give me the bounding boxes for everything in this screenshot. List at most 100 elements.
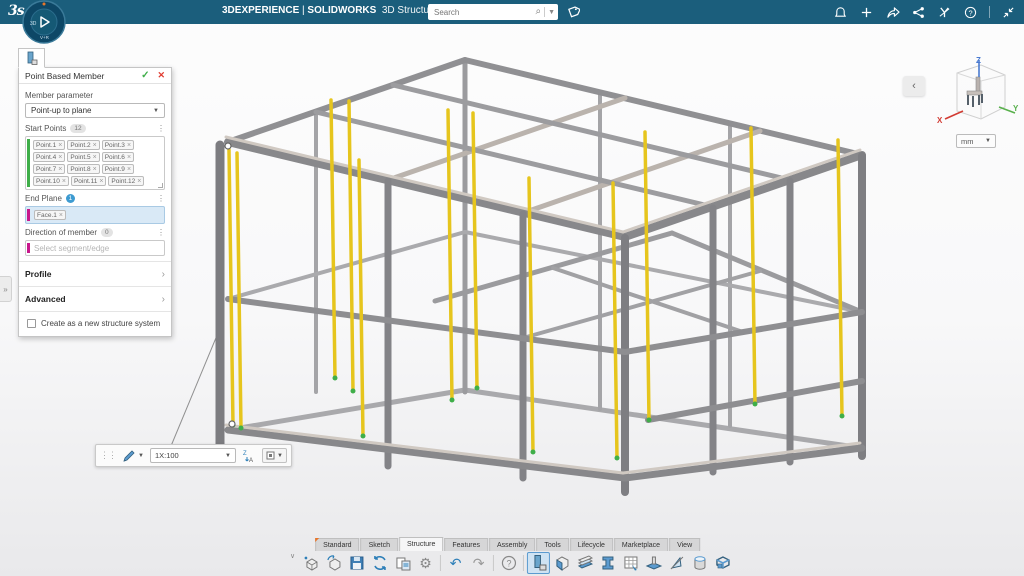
panel-expander[interactable]: » bbox=[0, 276, 12, 302]
selection-chip[interactable]: Point.4× bbox=[33, 152, 65, 162]
edit-profile-button[interactable]: ▼ bbox=[120, 448, 146, 464]
remove-chip-icon[interactable]: × bbox=[127, 166, 131, 173]
profile-button[interactable] bbox=[596, 552, 619, 574]
resize-grip[interactable] bbox=[158, 183, 163, 188]
structure-frame-button[interactable] bbox=[711, 552, 734, 574]
selection-chip[interactable]: Point.7× bbox=[33, 164, 65, 174]
add-icon[interactable] bbox=[859, 5, 874, 20]
member-parameter-select[interactable]: Point-up to plane ▼ bbox=[25, 103, 165, 118]
selection-chip[interactable]: Point.2× bbox=[67, 140, 99, 150]
search-box[interactable]: ⌕ ▼ bbox=[428, 4, 558, 20]
undo-button[interactable]: ↶ bbox=[444, 552, 467, 574]
selection-chip[interactable]: Point.1× bbox=[33, 140, 65, 150]
corner-member-button[interactable] bbox=[550, 552, 573, 574]
selection-chip[interactable]: Point.5× bbox=[67, 152, 99, 162]
redo-button[interactable]: ↷ bbox=[467, 552, 490, 574]
search-options-chevron-icon[interactable]: ▼ bbox=[548, 9, 555, 16]
preview-member[interactable] bbox=[838, 140, 842, 416]
view-cube[interactable]: Z X Y bbox=[933, 55, 1019, 131]
advanced-section[interactable]: Advanced› bbox=[25, 291, 165, 307]
remove-chip-icon[interactable]: × bbox=[62, 178, 66, 185]
cylinder-button[interactable] bbox=[688, 552, 711, 574]
remove-chip-icon[interactable]: × bbox=[99, 178, 103, 185]
point-based-member-button[interactable] bbox=[527, 552, 550, 574]
structure-frame[interactable] bbox=[220, 60, 862, 492]
direction-menu-icon[interactable]: ⋮ bbox=[157, 228, 165, 237]
end-plane-field[interactable]: Face.1× bbox=[25, 206, 165, 224]
tab-marketplace[interactable]: Marketplace bbox=[614, 538, 668, 551]
tool-tab[interactable] bbox=[18, 48, 45, 68]
settings-button[interactable]: ⚙ bbox=[414, 552, 437, 574]
preview-member[interactable] bbox=[359, 160, 363, 436]
selection-chip[interactable]: Point.12× bbox=[108, 176, 144, 186]
tab-view[interactable]: View bbox=[669, 538, 700, 551]
start-points-menu-icon[interactable]: ⋮ bbox=[157, 124, 165, 133]
tag-icon[interactable] bbox=[565, 4, 581, 20]
selection-chip[interactable]: Point.10× bbox=[33, 176, 69, 186]
tab-structure[interactable]: Structure bbox=[399, 537, 443, 551]
remove-chip-icon[interactable]: × bbox=[93, 166, 97, 173]
base-plate-button[interactable] bbox=[642, 552, 665, 574]
remove-chip-icon[interactable]: × bbox=[58, 166, 62, 173]
remove-chip-icon[interactable]: × bbox=[59, 212, 63, 219]
collaborate-icon[interactable] bbox=[911, 5, 926, 20]
selection-chip[interactable]: Point.3× bbox=[102, 140, 134, 150]
preview-member[interactable] bbox=[473, 113, 477, 388]
selection-chip[interactable]: Point.9× bbox=[102, 164, 134, 174]
remove-chip-icon[interactable]: × bbox=[127, 154, 131, 161]
notifications-icon[interactable] bbox=[833, 5, 848, 20]
profile-size-combo[interactable]: 1X:100 ▼ bbox=[150, 448, 236, 463]
new-structure-system-checkbox[interactable] bbox=[27, 319, 36, 328]
tab-features[interactable]: Features bbox=[444, 538, 488, 551]
ok-button[interactable]: ✓ bbox=[141, 70, 149, 81]
new-button[interactable] bbox=[299, 552, 322, 574]
preview-member[interactable] bbox=[229, 150, 233, 425]
units-select[interactable]: mm ▼ bbox=[956, 134, 996, 148]
preview-member[interactable] bbox=[529, 178, 533, 452]
tab-tools[interactable]: Tools bbox=[536, 538, 568, 551]
preview-member[interactable] bbox=[331, 100, 335, 378]
tab-sketch[interactable]: Sketch bbox=[361, 538, 398, 551]
help-button[interactable]: ? bbox=[497, 552, 520, 574]
trim-button[interactable] bbox=[665, 552, 688, 574]
search-input[interactable] bbox=[434, 8, 535, 17]
close-button[interactable]: ✕ bbox=[157, 70, 165, 81]
direction-input[interactable]: Select segment/edge bbox=[25, 240, 165, 256]
collapse-icon[interactable] bbox=[1001, 5, 1016, 20]
preview-member[interactable] bbox=[349, 101, 353, 391]
remove-chip-icon[interactable]: × bbox=[93, 154, 97, 161]
remove-chip-icon[interactable]: × bbox=[93, 142, 97, 149]
swym-icon[interactable] bbox=[937, 5, 952, 20]
properties-button[interactable] bbox=[391, 552, 414, 574]
stiffener-button[interactable] bbox=[573, 552, 596, 574]
remove-chip-icon[interactable]: × bbox=[137, 178, 141, 185]
end-plane-menu-icon[interactable]: ⋮ bbox=[157, 194, 165, 203]
tab-lifecycle[interactable]: Lifecycle bbox=[570, 538, 613, 551]
open-button[interactable] bbox=[322, 552, 345, 574]
flip-direction-button[interactable]: Z A bbox=[240, 448, 258, 464]
remove-chip-icon[interactable]: × bbox=[58, 142, 62, 149]
remove-chip-icon[interactable]: × bbox=[58, 154, 62, 161]
share-icon[interactable] bbox=[885, 5, 900, 20]
sync-button[interactable] bbox=[368, 552, 391, 574]
drag-handle[interactable]: ⋮⋮ bbox=[100, 450, 116, 461]
anchor-point-selector[interactable]: ▼ bbox=[262, 448, 287, 463]
preview-member[interactable] bbox=[448, 110, 452, 400]
selection-chip[interactable]: Point.6× bbox=[102, 152, 134, 162]
selection-chip[interactable]: Point.11× bbox=[71, 176, 106, 186]
preview-member[interactable] bbox=[237, 153, 241, 428]
preview-member[interactable] bbox=[613, 183, 617, 458]
selection-chip[interactable]: Point.8× bbox=[67, 164, 99, 174]
search-icon[interactable]: ⌕ bbox=[535, 7, 541, 17]
collapse-right-button[interactable]: ‹ bbox=[903, 76, 925, 96]
profile-section[interactable]: Profile› bbox=[25, 266, 165, 282]
3dexperience-compass-icon[interactable]: 3D V+R bbox=[22, 0, 66, 44]
selection-chip[interactable]: Face.1× bbox=[34, 210, 66, 220]
cut-list-button[interactable] bbox=[619, 552, 642, 574]
start-points-box[interactable]: Point.1×Point.2×Point.3× Point.4×Point.5×… bbox=[25, 136, 165, 190]
tab-assembly[interactable]: Assembly bbox=[489, 538, 535, 551]
save-button[interactable] bbox=[345, 552, 368, 574]
help-icon[interactable]: ? bbox=[963, 5, 978, 20]
toolbar-collapse-icon[interactable]: ∨ bbox=[290, 552, 295, 560]
remove-chip-icon[interactable]: × bbox=[127, 142, 131, 149]
